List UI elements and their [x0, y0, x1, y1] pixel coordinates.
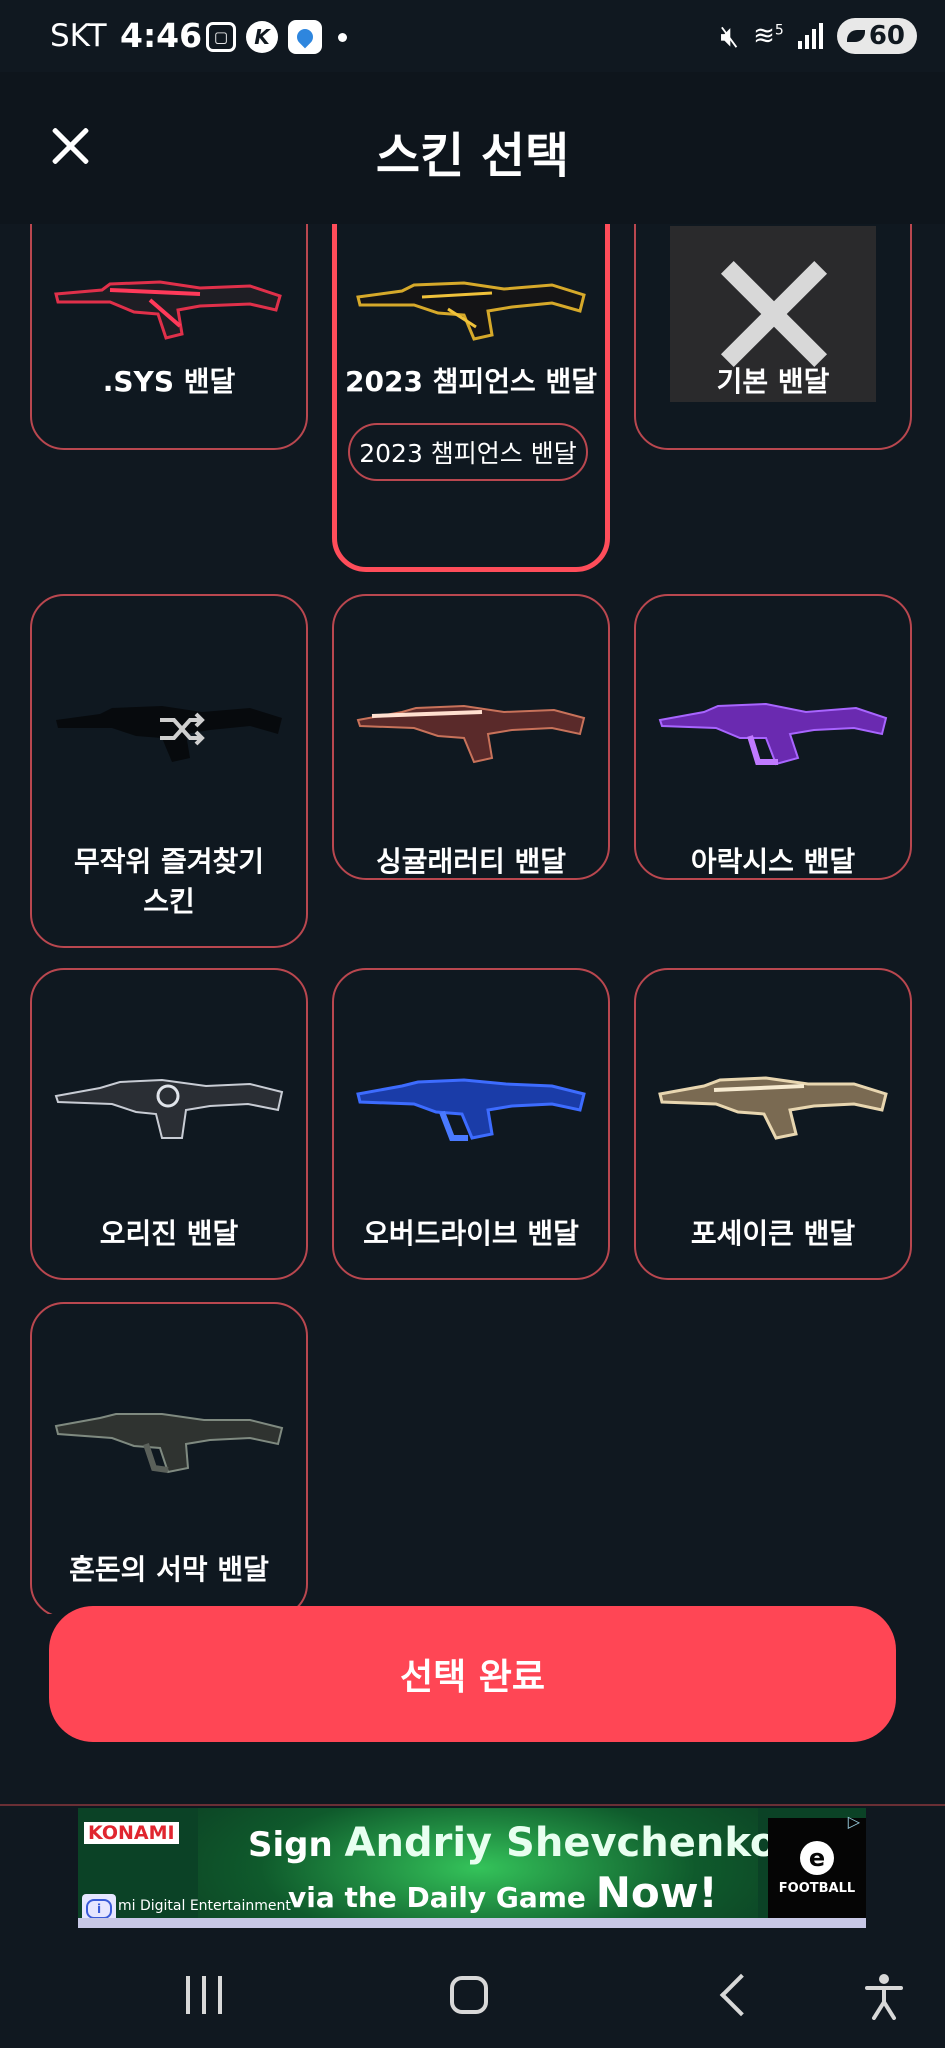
skin-name: .SYS 밴달 [102, 365, 236, 398]
skin-card-singularity-vandal[interactable]: 싱귤래러티 밴달 [332, 594, 610, 880]
system-nav-bar [0, 1946, 945, 2048]
araxys-vandal-image [658, 702, 888, 766]
skin-card-forsaken-vandal[interactable]: 포세이큰 밴달 [634, 968, 912, 1280]
accessibility-icon[interactable] [864, 1972, 904, 2020]
ad-headline-prefix: Sign [248, 1825, 333, 1865]
divider [0, 1804, 945, 1806]
wifi-icon: ≋5 [753, 21, 784, 51]
skin-name: 오리진 밴달 [99, 1217, 239, 1250]
ad-headline: Sign Andriy Shevchenko [248, 1820, 777, 1866]
overdrive-vandal-image [356, 1078, 586, 1141]
recent-apps-button[interactable] [186, 1976, 222, 2014]
skin-name: 싱귤래러티 밴달 [375, 845, 567, 878]
battery-level: 60 [868, 21, 905, 51]
confirm-selection-button[interactable]: 선택 완료 [49, 1606, 896, 1742]
skin-name: 기본 밴달 [716, 365, 830, 398]
notification-icons: ▢ K [206, 20, 347, 54]
champions-vandal-image [356, 281, 586, 341]
random-favorite-skin-image [56, 706, 282, 762]
skin-name: 오버드라이브 밴달 [363, 1217, 579, 1250]
ad-headline-name: Andriy Shevchenko [344, 1820, 778, 1866]
skin-card-sys-vandal[interactable]: .SYS 밴달 [30, 224, 308, 450]
mute-icon: 🔇︎ [720, 18, 740, 54]
skin-name: 혼돈의 서막 밴달 [69, 1553, 269, 1586]
skin-name: 아락시스 밴달 [690, 845, 856, 878]
ad-choices-icon[interactable]: ▷ [848, 1812, 860, 1831]
ad-brand-logo: KONAMI [84, 1822, 179, 1844]
back-button[interactable] [719, 1973, 763, 2017]
skin-name: 2023 챔피언스 밴달 [345, 365, 597, 398]
map-app-icon [288, 20, 322, 54]
ad-subheadline-suffix: Now! [595, 1868, 718, 1917]
prelude-to-chaos-vandal-image [54, 1413, 284, 1474]
selected-skin-chip[interactable]: 2023 챔피언스 밴달 [348, 423, 588, 481]
forsaken-vandal-image [658, 1076, 888, 1140]
ad-product-name: FOOTBALL [778, 1880, 856, 1896]
system-icons: 🔇︎ ≋5 60 [720, 18, 917, 54]
status-bar: SKT 4:46 ▢ K 🔇︎ ≋5 60 [0, 0, 945, 72]
skin-card-overdrive-vandal[interactable]: 오버드라이브 밴달 [332, 968, 610, 1280]
skin-card-prelude-to-chaos-vandal[interactable]: 혼돈의 서막 밴달 [30, 1302, 308, 1614]
skin-name: 무작위 즐겨찾기 스킨 [73, 845, 265, 918]
singularity-vandal-image [356, 704, 586, 764]
ad-progress-bar [78, 1918, 866, 1928]
clock: 4:46 [120, 16, 203, 55]
skin-card-default-vandal[interactable]: 기본 밴달 [634, 224, 912, 450]
power-saving-icon [846, 30, 865, 42]
skin-name: 포세이큰 밴달 [690, 1217, 856, 1250]
screenshot-icon: ▢ [206, 22, 236, 52]
ad-subheadline: via the Daily Game Now! [288, 1868, 718, 1917]
skin-card-champions-2023-vandal[interactable]: 2023 챔피언스 밴달 2023 챔피언스 밴달 [332, 224, 610, 572]
home-button[interactable] [450, 1976, 488, 2014]
skin-card-random-favorite[interactable]: 무작위 즐겨찾기 스킨 [30, 594, 308, 948]
skin-card-araxys-vandal[interactable]: 아락시스 밴달 [634, 594, 912, 880]
more-notifications-dot [338, 32, 347, 42]
origin-vandal-image [54, 1078, 284, 1139]
skin-card-origin-vandal[interactable]: 오리진 밴달 [30, 968, 308, 1280]
signal-icon [797, 23, 823, 49]
ad-company: mi Digital Entertainment [118, 1898, 291, 1914]
sys-vandal-image [54, 280, 282, 340]
ad-product-logo-mark: e [800, 1840, 834, 1875]
carrier-label: SKT [50, 18, 107, 54]
skin-grid[interactable]: .SYS 밴달 2023 챔피언스 밴달 2023 챔피언스 밴달 기본 밴달 … [0, 224, 945, 1614]
k-app-icon: K [246, 21, 278, 53]
ad-subheadline-prefix: via the Daily Game [288, 1881, 586, 1914]
ad-product-logo: e FOOTBALL [768, 1818, 866, 1918]
battery-indicator: 60 [836, 18, 917, 54]
app-header: 스킨 선택 [0, 72, 945, 224]
page-title: 스킨 선택 [375, 128, 570, 184]
ad-banner[interactable]: KONAMI Sign Andriy Shevchenko via the Da… [78, 1808, 866, 1928]
